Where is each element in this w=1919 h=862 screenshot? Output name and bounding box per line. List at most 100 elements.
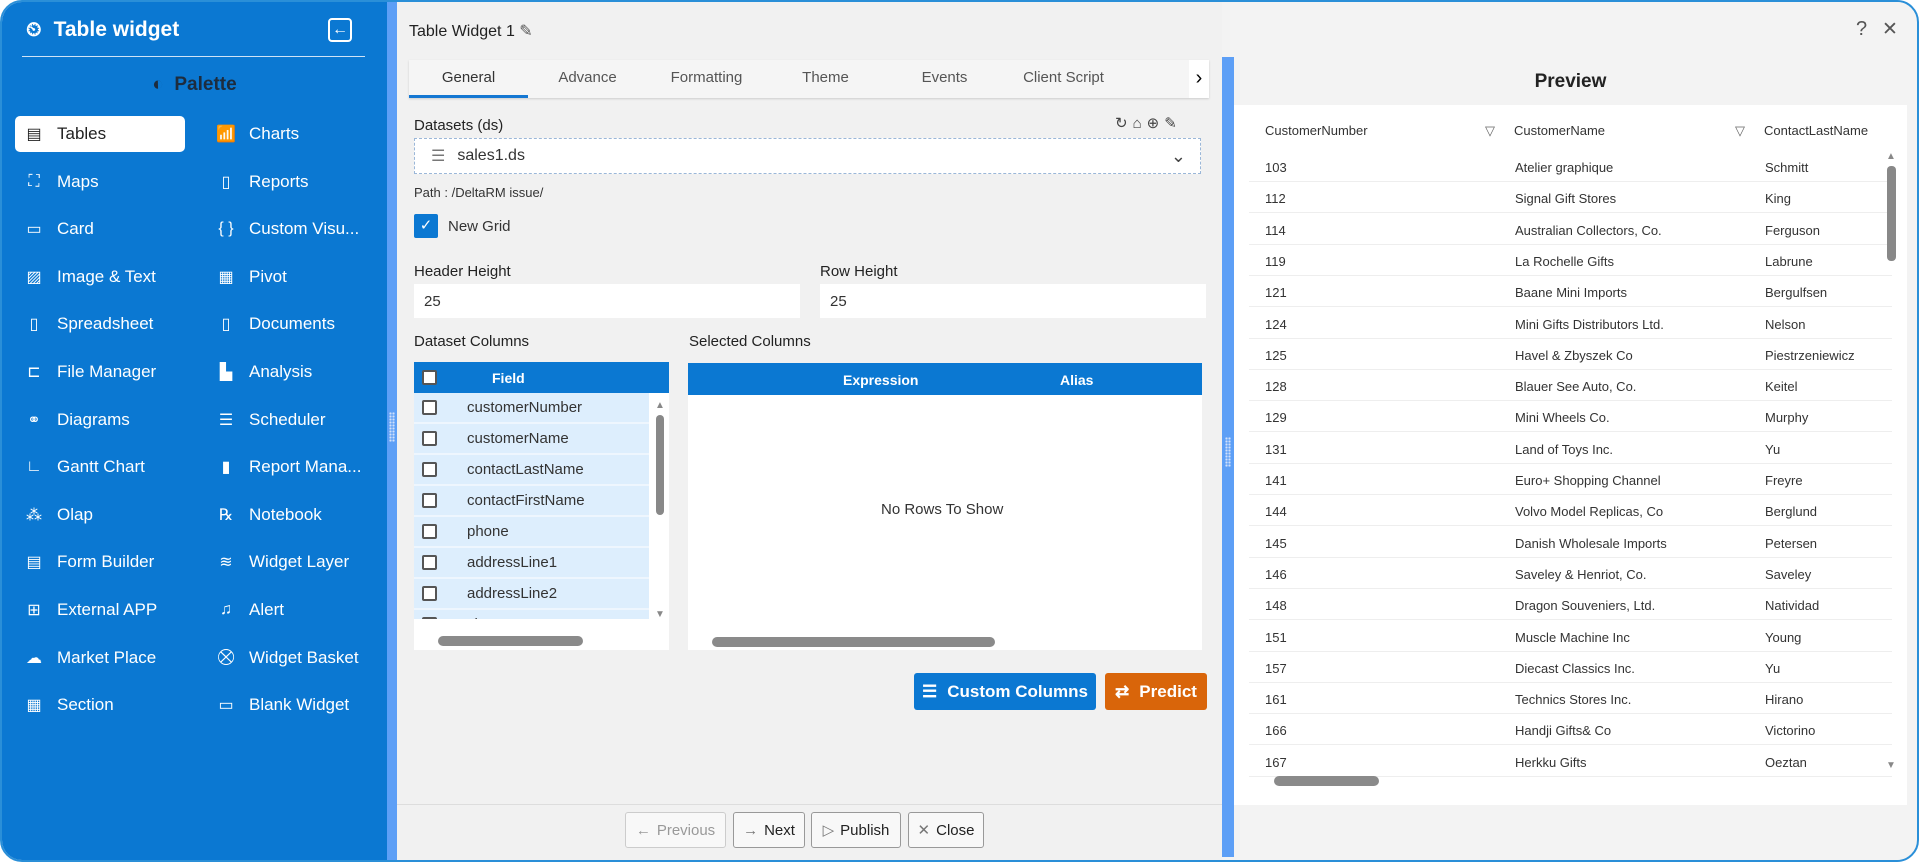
tabs-scroll-right-button[interactable]: › [1189, 60, 1209, 98]
field-row[interactable]: addressLine1 [414, 548, 649, 579]
sidebar-item-reports[interactable]: ▯ Reports [207, 164, 377, 200]
vertical-scrollbar[interactable]: ▲ ▼ [654, 400, 666, 620]
field-checkbox[interactable] [422, 493, 437, 508]
dataset-select[interactable]: ☰ sales1.ds ⌄ [414, 138, 1201, 174]
sidebar-item-report-mana[interactable]: ▮ Report Mana... [207, 449, 377, 485]
close-button[interactable]: ✕ Close [908, 812, 984, 848]
table-row[interactable]: 144 Volvo Model Replicas, Co Berglund [1249, 495, 1892, 527]
sidebar-item-alert[interactable]: ♫ Alert [207, 592, 377, 628]
sidebar-item-widget-basket[interactable]: ⛒ Widget Basket [207, 640, 377, 676]
field-row[interactable]: customerNumber [414, 393, 649, 424]
horizontal-scrollbar[interactable] [438, 636, 583, 646]
table-row[interactable]: 124 Mini Gifts Distributors Ltd. Nelson [1249, 308, 1892, 339]
field-checkbox[interactable] [422, 555, 437, 570]
tab-theme[interactable]: Theme [766, 60, 885, 98]
field-checkbox[interactable] [422, 431, 437, 446]
sidebar-item-card[interactable]: ▭ Card [15, 211, 185, 247]
help-icon[interactable]: ? [1856, 18, 1867, 41]
sidebar-item-image-text[interactable]: ▨ Image & Text [15, 259, 185, 295]
horizontal-scrollbar[interactable] [712, 637, 995, 647]
sidebar-item-pivot[interactable]: ▦ Pivot [207, 259, 377, 295]
sidebar-item-olap[interactable]: ⁂ Olap [15, 497, 185, 533]
tab-general[interactable]: General [409, 60, 528, 98]
field-checkbox[interactable] [422, 400, 437, 415]
filter-icon[interactable]: ▽ [1485, 123, 1495, 139]
table-row[interactable]: 145 Danish Wholesale Imports Petersen [1249, 527, 1892, 558]
field-row[interactable]: phone [414, 517, 649, 548]
table-row[interactable]: 157 Diecast Classics Inc. Yu [1249, 652, 1892, 683]
edit-title-icon[interactable]: ✎ [519, 23, 532, 40]
sidebar-item-custom-visu[interactable]: { } Custom Visu... [207, 211, 377, 247]
next-button[interactable]: → Next [733, 812, 805, 848]
sidebar-item-form-builder[interactable]: ▤ Form Builder [15, 544, 185, 580]
tab-client-script[interactable]: Client Script [1004, 60, 1123, 98]
table-row[interactable]: 128 Blauer See Auto, Co. Keitel [1249, 370, 1892, 402]
splitter-handle[interactable] [387, 2, 397, 860]
field-checkbox[interactable] [422, 524, 437, 539]
sidebar-item-scheduler[interactable]: ☰ Scheduler [207, 402, 377, 438]
sidebar-item-section[interactable]: ▦ Section [15, 687, 185, 723]
publish-button[interactable]: ▷ Publish [811, 812, 901, 848]
table-row[interactable]: 151 Muscle Machine Inc Young [1249, 621, 1892, 652]
add-circle-icon[interactable]: ⊕ [1147, 115, 1165, 132]
sidebar-item-documents[interactable]: ▯ Documents [207, 306, 377, 342]
predict-button[interactable]: ⇄ Predict [1105, 673, 1207, 710]
table-row[interactable]: 103 Atelier graphique Schmitt [1249, 151, 1892, 182]
select-all-checkbox[interactable] [422, 370, 437, 385]
field-checkbox[interactable] [422, 617, 437, 619]
table-row[interactable]: 125 Havel & Zbyszek Co Piestrzeniewicz [1249, 339, 1892, 370]
filter-icon[interactable]: ▽ [1735, 123, 1745, 139]
tab-formatting[interactable]: Formatting [647, 60, 766, 98]
sidebar-item-market-place[interactable]: ☁ Market Place [15, 640, 185, 676]
table-row[interactable]: 148 Dragon Souveniers, Ltd. Natividad [1249, 589, 1892, 621]
row-height-input[interactable]: 25 [820, 284, 1206, 318]
sidebar-item-file-manager[interactable]: ⊏ File Manager [15, 354, 185, 390]
table-row[interactable]: 112 Signal Gift Stores King [1249, 182, 1892, 214]
table-row[interactable]: 161 Technics Stores Inc. Hirano [1249, 683, 1892, 715]
previous-button[interactable]: ← Previous [625, 812, 726, 848]
field-row[interactable]: contactFirstName [414, 486, 649, 517]
vertical-scrollbar[interactable]: ▲ ▼ [1884, 151, 1898, 771]
sidebar-item-tables[interactable]: ▤ Tables [15, 116, 185, 152]
sidebar-item-spreadsheet[interactable]: ▯ Spreadsheet [15, 306, 185, 342]
field-row[interactable]: contactLastName [414, 455, 649, 486]
cubes-icon: ⁂ [26, 506, 42, 524]
table-row[interactable]: 119 La Rochelle Gifts Labrune [1249, 245, 1892, 276]
edit-icon[interactable]: ✎ [1164, 115, 1182, 132]
collapse-sidebar-button[interactable]: ← [328, 18, 352, 42]
table-row[interactable]: 114 Australian Collectors, Co. Ferguson [1249, 214, 1892, 245]
refresh-icon[interactable]: ↻ [1115, 115, 1133, 132]
table-row[interactable]: 129 Mini Wheels Co. Murphy [1249, 401, 1892, 433]
table-row[interactable]: 166 Handji Gifts& Co Victorino [1249, 714, 1892, 746]
home-icon[interactable]: ⌂ [1133, 115, 1147, 132]
sidebar-item-charts[interactable]: 📶 Charts [207, 116, 377, 152]
sidebar-item-diagrams[interactable]: ⚭ Diagrams [15, 402, 185, 438]
dataset-columns-label: Dataset Columns [414, 333, 530, 350]
selected-columns-grid: Expression Alias No Rows To Show [688, 363, 1202, 650]
tab-advance[interactable]: Advance [528, 60, 647, 98]
header-height-input[interactable]: 25 [414, 284, 800, 318]
field-checkbox[interactable] [422, 586, 437, 601]
sidebar-item-blank-widget[interactable]: ▭ Blank Widget [207, 687, 377, 723]
table-row[interactable]: 146 Saveley & Henriot, Co. Saveley [1249, 558, 1892, 589]
preview-splitter-handle[interactable] [1222, 57, 1234, 857]
sidebar-item-notebook[interactable]: ℞ Notebook [207, 497, 377, 533]
new-grid-checkbox[interactable]: ✓ New Grid [414, 214, 511, 238]
sidebar-item-maps[interactable]: ⛶ Maps [15, 164, 185, 200]
field-row[interactable]: customerName [414, 424, 649, 455]
field-checkbox[interactable] [422, 462, 437, 477]
table-row[interactable]: 167 Herkku Gifts Oeztan [1249, 746, 1892, 777]
sidebar-item-gantt-chart[interactable]: ∟ Gantt Chart [15, 449, 185, 485]
horizontal-scrollbar[interactable] [1274, 776, 1379, 786]
field-row[interactable]: city [414, 610, 649, 619]
tab-events[interactable]: Events [885, 60, 1004, 98]
sidebar-item-analysis[interactable]: ▙ Analysis [207, 354, 377, 390]
close-dialog-icon[interactable]: ✕ [1882, 18, 1898, 41]
table-row[interactable]: 141 Euro+ Shopping Channel Freyre [1249, 464, 1892, 495]
sidebar-item-external-app[interactable]: ⊞ External APP [15, 592, 185, 628]
sidebar-item-widget-layer[interactable]: ≋ Widget Layer [207, 544, 377, 580]
table-row[interactable]: 121 Baane Mini Imports Bergulfsen [1249, 276, 1892, 308]
field-row[interactable]: addressLine2 [414, 579, 649, 610]
custom-columns-button[interactable]: ☰ Custom Columns [914, 673, 1096, 710]
table-row[interactable]: 131 Land of Toys Inc. Yu [1249, 433, 1892, 464]
